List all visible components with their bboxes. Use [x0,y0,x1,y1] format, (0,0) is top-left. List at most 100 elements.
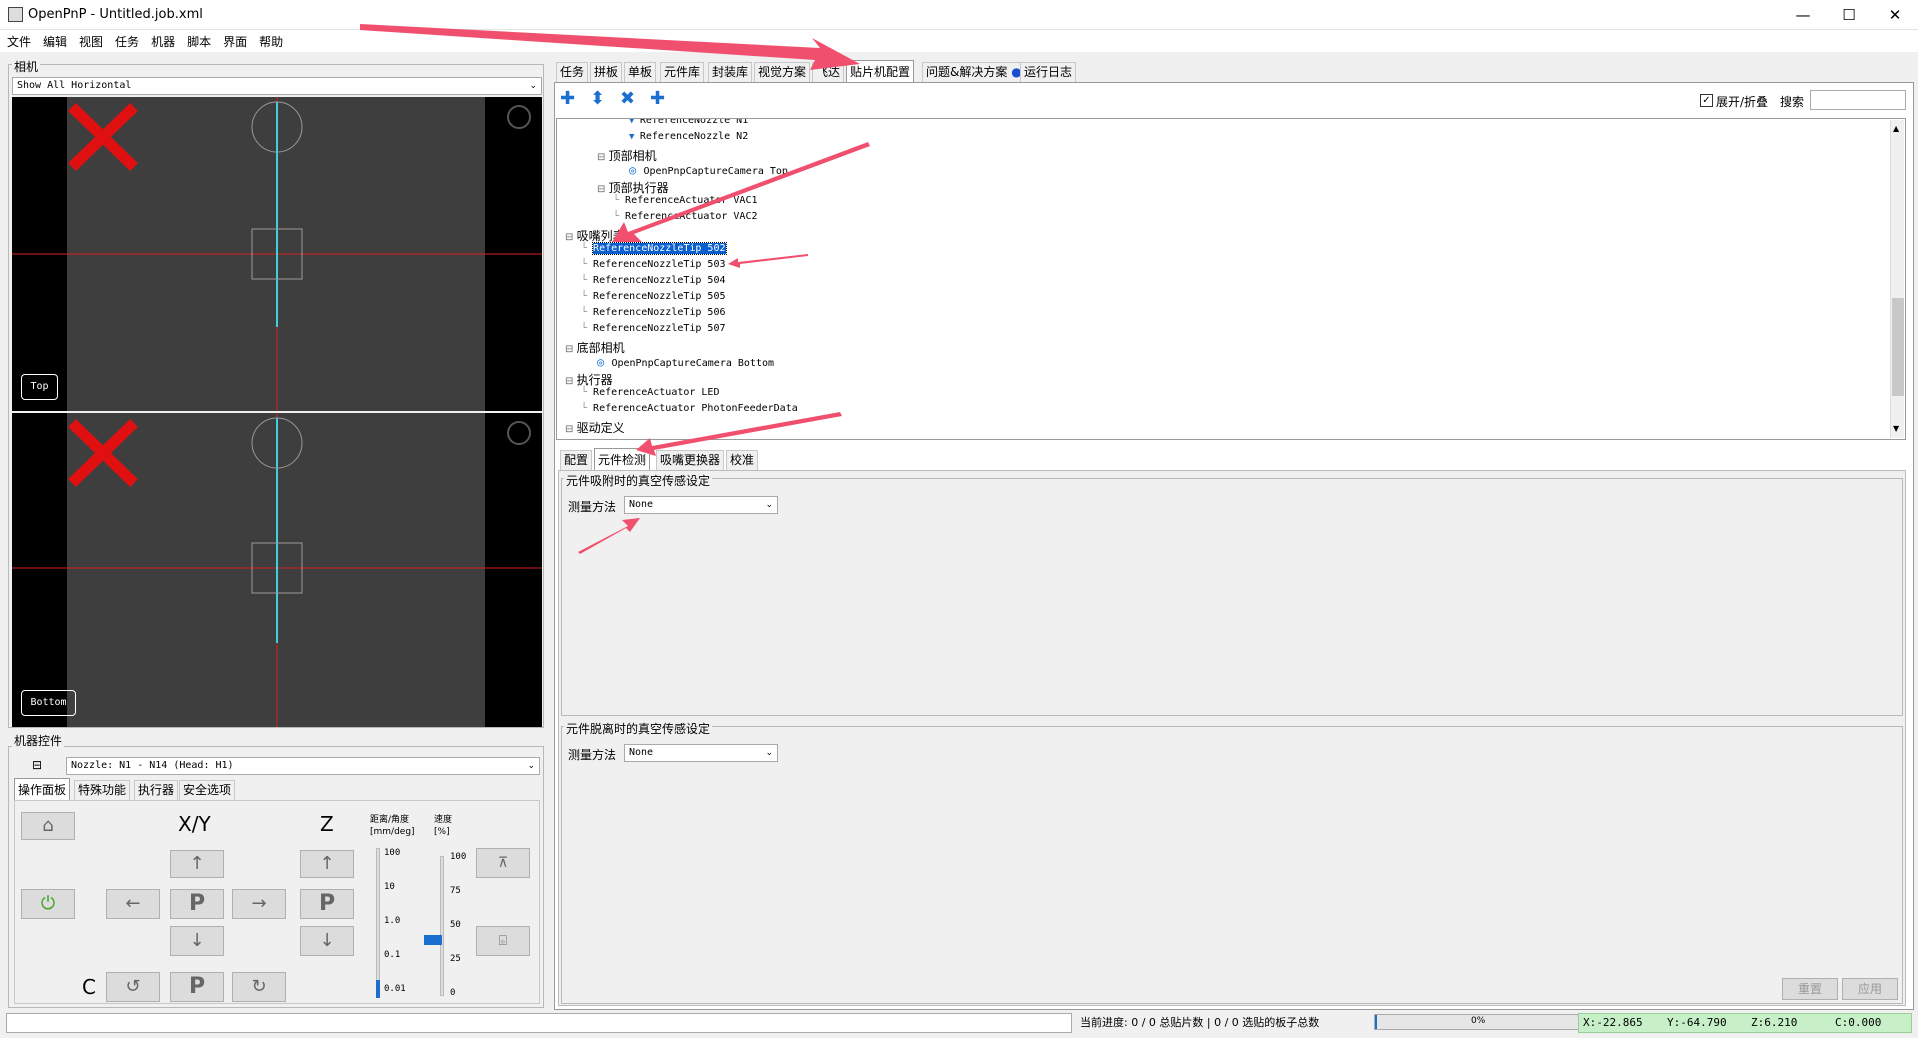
search-input[interactable] [1810,90,1906,110]
tab-issues[interactable]: 问题&解决方案 ● [922,62,1026,82]
remove-nozzle-icon[interactable]: ✖ [620,88,635,109]
tree-camera-item[interactable]: ◎ OpenPnpCaptureCamera Top [629,163,788,177]
vacuum-pick-method-select[interactable]: None ⌄ [624,496,778,514]
tree-toggle-icon[interactable]: ⊟ [597,152,609,163]
speed-slider-thumb[interactable] [424,935,442,945]
vacuum-place-method-select[interactable]: None ⌄ [624,744,778,762]
tree-item[interactable]: └ ReferenceNozzleTip 502 [581,242,727,255]
tree-group[interactable]: ⊟ 驱动定义 [565,419,625,436]
maximize-button[interactable]: ☐ [1826,0,1872,30]
tree-item[interactable]: └ ReferenceNozzleTip 506 [581,307,726,318]
collapse-icon[interactable]: ⊟ [32,758,42,772]
nozzle-tool-icon[interactable]: ⊼ [476,848,530,878]
jog-y-plus-button[interactable]: ↑ [170,850,224,878]
tab-actuators[interactable]: 执行器 [134,780,179,800]
minimize-button[interactable]: — [1780,0,1826,30]
tab-feeders[interactable]: 飞达 [812,62,845,82]
tree-item[interactable]: └ ReferenceNozzleTip 507 [581,323,726,334]
tab-log[interactable]: 运行日志 [1020,62,1077,82]
expand-checkbox[interactable]: ✓ [1700,94,1713,107]
tree-group[interactable]: ⊟ 执行器 [565,371,613,388]
apply-button[interactable]: 应用 [1842,978,1898,1000]
main-tabs: 任务 拼板 单板 元件库 封装库 视觉方案 飞达 贴片机配置 问题&解决方案 ●… [556,60,1916,82]
menu-window[interactable]: 界面 [216,30,252,50]
c-label: C [82,975,96,999]
power-icon[interactable]: ⏻ [21,889,75,919]
close-button[interactable]: ✕ [1872,0,1918,30]
camera-capture-icon[interactable]: ⌻ [476,926,530,956]
menu-file[interactable]: 文件 [0,30,36,50]
speed-slider[interactable] [440,856,444,996]
park-c-button[interactable]: P [170,972,224,1002]
machine-controls-title: 机器控件 [12,732,65,749]
tree-item[interactable]: └ ReferenceActuator VAC1 [613,195,758,206]
tab-calibration[interactable]: 校准 [726,450,759,470]
tree-toggle-icon[interactable]: ⊟ [565,424,577,435]
tab-board[interactable]: 单板 [624,62,657,82]
tree-camera-item[interactable]: ◎ OpenPnpCaptureCamera Bottom [597,355,774,369]
tree-item[interactable]: └ ReferenceNozzleTip 503 [581,259,726,270]
tab-safety[interactable]: 安全选项 [179,780,236,800]
jog-y-minus-button[interactable]: ↓ [170,926,224,956]
add-actuator-icon[interactable]: ✚ [650,88,665,109]
scroll-up-icon[interactable]: ▲ [1893,124,1899,133]
tab-machine-setup[interactable]: 贴片机配置 [846,60,915,82]
tree-item[interactable]: ▼ ReferenceNozzle N2 [629,131,748,142]
jog-z-plus-button[interactable]: ↑ [300,850,354,878]
tree-item[interactable]: └ ReferenceActuator PhotonFeederData [581,403,798,414]
tab-job[interactable]: 任务 [556,62,589,82]
reset-button[interactable]: 重置 [1782,978,1838,1000]
tree-group[interactable]: ⊟ 吸嘴列表 [565,227,625,244]
menu-help[interactable]: 帮助 [252,30,288,50]
home-icon[interactable]: ⌂ [21,812,75,840]
add-head-icon[interactable]: ⬍ [590,88,605,109]
dro-panel[interactable]: X:-22.865 Y:-64.790 Z:6.210 C:0.000 [1578,1013,1912,1033]
distance-slider-thumb[interactable] [376,980,380,998]
tree-item[interactable]: └ ReferenceNozzleTip 505 [581,291,726,302]
park-xy-button[interactable]: P [170,889,224,919]
tree-item[interactable]: ▼ ReferenceNozzle N1 [629,119,748,126]
menu-machine[interactable]: 机器 [144,30,180,50]
tree-item[interactable]: └ ReferenceActuator LED [581,387,719,398]
tree-toggle-icon[interactable]: ⊟ [565,232,577,243]
bottom-camera-view[interactable]: Bottom [12,413,542,727]
park-z-button[interactable]: P [300,889,354,919]
distance-slider[interactable] [376,848,380,998]
jog-x-plus-button[interactable]: → [232,889,286,919]
tree-group[interactable]: ⊟ 顶部相机 [597,147,657,164]
menu-view[interactable]: 视图 [72,30,108,50]
tab-special[interactable]: 特殊功能 [74,780,131,800]
tree-item[interactable]: └ ReferenceActuator VAC2 [613,211,758,222]
tree-connector-icon: └ [581,259,594,270]
jog-z-minus-button[interactable]: ↓ [300,926,354,956]
add-nozzle-icon[interactable]: ✚ [560,88,575,109]
menu-job[interactable]: 任务 [108,30,144,50]
tab-jog-panel[interactable]: 操作面板 [14,778,71,800]
rotate-ccw-icon[interactable]: ↺ [106,972,160,1002]
tab-nozzle-changer[interactable]: 吸嘴更换器 [656,450,725,470]
menu-scripts[interactable]: 脚本 [180,30,216,50]
tab-packages[interactable]: 封装库 [708,62,753,82]
config-tree[interactable]: ▼ ReferenceNozzle N1 ▼ ReferenceNozzle N2… [556,118,1906,440]
tab-part-detection[interactable]: 元件检测 [594,448,651,470]
tab-vision[interactable]: 视觉方案 [754,62,811,82]
tree-group[interactable]: ⊟ 顶部执行器 [597,179,669,196]
tree-toggle-icon[interactable]: ⊟ [565,344,577,355]
tab-config[interactable]: 配置 [560,450,593,470]
jog-x-minus-button[interactable]: ← [106,889,160,919]
rotate-cw-icon[interactable]: ↻ [232,972,286,1002]
camera-view-select[interactable]: Show All Horizontal ⌄ [12,77,542,95]
tree-item-label: OpenPnpCaptureCamera Top [643,166,788,177]
tree-toggle-icon[interactable]: ⊟ [565,376,577,387]
scroll-thumb[interactable] [1892,298,1904,396]
top-camera-view[interactable]: Top [12,97,542,411]
scroll-down-icon[interactable]: ▼ [1893,424,1899,433]
menu-edit[interactable]: 编辑 [36,30,72,50]
tab-panel[interactable]: 拼板 [590,62,623,82]
tree-group[interactable]: ⊟ 底部相机 [565,339,625,356]
tab-parts[interactable]: 元件库 [660,62,705,82]
tree-scrollbar[interactable]: ▲ ▼ [1890,120,1904,438]
tree-toggle-icon[interactable]: ⊟ [597,184,609,195]
tree-item[interactable]: └ ReferenceNozzleTip 504 [581,275,726,286]
nozzle-select[interactable]: Nozzle: N1 - N14 (Head: H1) ⌄ [66,757,540,775]
